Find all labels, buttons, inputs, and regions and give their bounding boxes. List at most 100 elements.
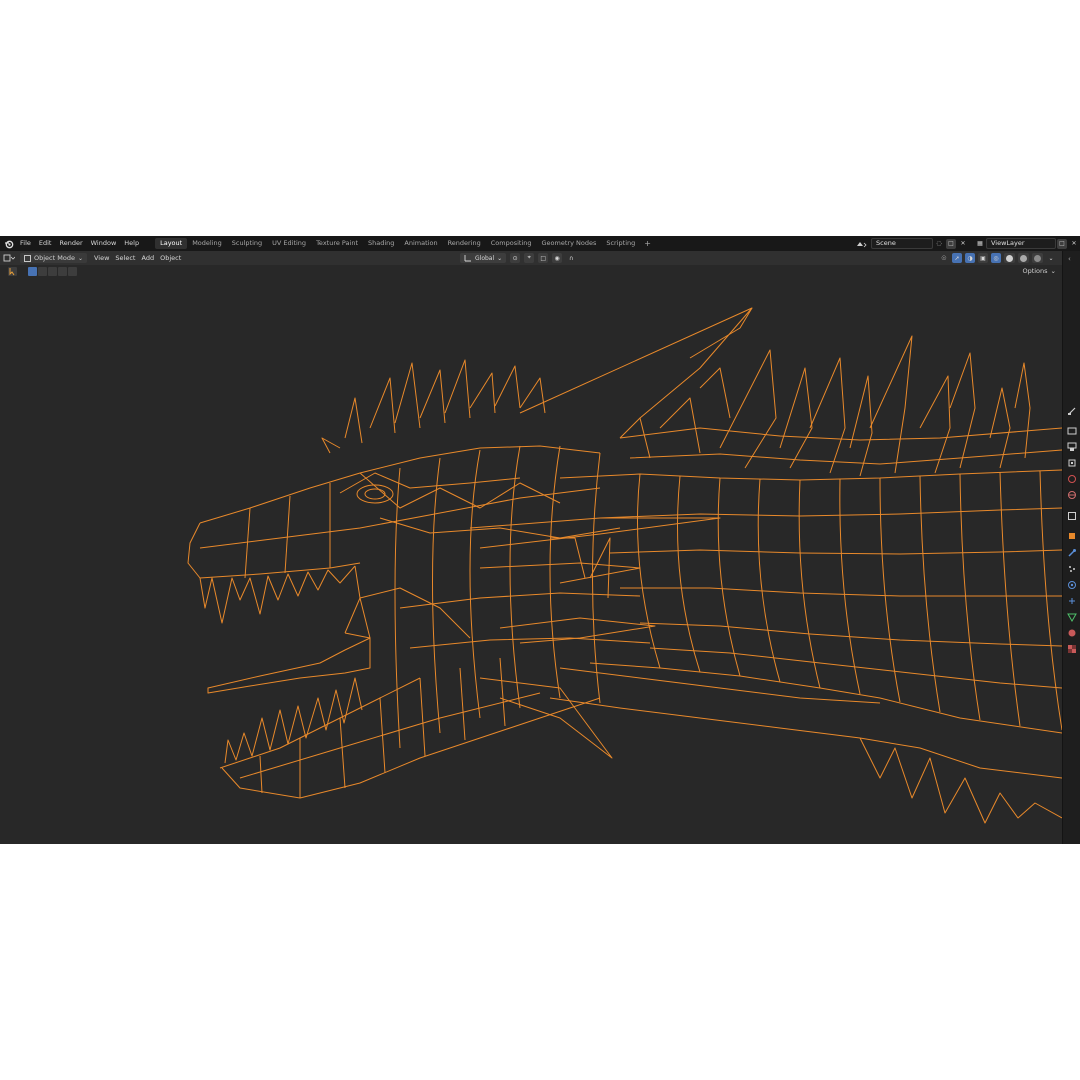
menu-render[interactable]: Render [55, 236, 86, 251]
blender-window: File Edit Render Window Help Layout Mode… [0, 236, 1080, 844]
material-shading-icon[interactable] [1018, 253, 1029, 263]
menu-view[interactable]: View [91, 253, 112, 263]
body-ring [717, 477, 741, 677]
body-ring [839, 478, 861, 695]
dragon-eye-inner [364, 488, 386, 500]
skull-section [359, 472, 561, 509]
object-properties-icon[interactable] [1067, 526, 1077, 539]
body-bottom-outline [589, 662, 1062, 734]
object-mode-select[interactable]: Object Mode ⌄ [20, 253, 87, 263]
back-spike [1014, 362, 1031, 459]
visibility-icon[interactable]: ☉ [939, 253, 949, 263]
output-properties-icon[interactable] [1067, 437, 1077, 451]
view-layer-properties-icon[interactable] [1067, 453, 1077, 467]
wireframe-shading-icon[interactable]: ◎ [991, 253, 1001, 263]
gizmo-icon[interactable]: ➚ [952, 253, 962, 263]
transform-orientation-select[interactable]: Global ⌄ [460, 253, 507, 263]
object-mode-icon [24, 254, 31, 262]
tab-compositing[interactable]: Compositing [486, 238, 537, 249]
select-cursor-icon[interactable] [8, 267, 17, 276]
xray-icon[interactable]: ▣ [978, 253, 988, 263]
falloff-icon[interactable]: ∩ [566, 253, 576, 263]
overlays-icon[interactable]: ◑ [965, 253, 975, 263]
tab-layout[interactable]: Layout [155, 238, 188, 249]
crest-spike [419, 369, 446, 424]
tab-modeling[interactable]: Modeling [187, 238, 227, 249]
tool-properties-icon[interactable] [1067, 401, 1077, 415]
blender-logo-icon[interactable] [2, 236, 16, 251]
tab-sculpting[interactable]: Sculpting [227, 238, 267, 249]
menu-help[interactable]: Help [120, 236, 143, 251]
orientation-label: Global [475, 254, 495, 262]
back-spike [809, 357, 846, 474]
view-layer-icon[interactable]: ▦ [975, 239, 985, 249]
menu-edit[interactable]: Edit [35, 236, 56, 251]
back-spike [519, 307, 753, 419]
menu-object[interactable]: Object [157, 253, 184, 263]
rendered-dot-icon [1034, 254, 1041, 262]
viewport-editor-icon[interactable] [0, 253, 18, 263]
scene-selector-group: Scene ◌ □ ✕ ▦ ViewLayer □ ✕ [853, 236, 1080, 251]
chevron-down-icon: ⌄ [77, 254, 83, 262]
chevron-down-icon: ⌄ [1050, 267, 1056, 275]
collection-properties-icon[interactable] [1067, 506, 1077, 520]
pin-icon[interactable]: ◌ [934, 239, 944, 249]
dragon-eye [356, 484, 394, 504]
tab-animation[interactable]: Animation [399, 238, 442, 249]
proportional-edit-icon[interactable]: ◉ [552, 253, 563, 263]
scene-properties-icon[interactable] [1067, 469, 1077, 483]
new-view-layer-icon[interactable]: □ [1057, 238, 1067, 249]
constraint-properties-icon[interactable] [1067, 591, 1077, 604]
menu-window[interactable]: Window [87, 236, 121, 251]
material-properties-icon[interactable] [1067, 623, 1077, 637]
viewport-header: Object Mode ⌄ View Select Add Object Glo… [0, 251, 1062, 265]
select-new-mode-icon[interactable] [28, 267, 37, 276]
view-layer-name-field[interactable]: ViewLayer [986, 238, 1056, 249]
pivot-point-icon[interactable]: ⊙ [510, 253, 521, 263]
delete-view-layer-icon[interactable]: ✕ [1069, 239, 1079, 249]
rendered-shading-icon[interactable] [1032, 253, 1043, 263]
neck-ring [509, 445, 521, 709]
body-loop [649, 647, 1062, 689]
scene-icon[interactable] [854, 239, 870, 249]
snap-target-icon[interactable]: □ [538, 253, 549, 263]
dragon-wireframe-mesh[interactable] [0, 278, 1062, 844]
select-invert-mode-icon[interactable] [58, 267, 67, 276]
world-properties-icon[interactable] [1067, 485, 1077, 499]
render-properties-icon[interactable] [1067, 421, 1077, 435]
tab-shading[interactable]: Shading [363, 238, 399, 249]
object-data-properties-icon[interactable] [1067, 607, 1077, 623]
select-extend-mode-icon[interactable] [38, 267, 47, 276]
modifier-properties-icon[interactable] [1067, 543, 1077, 557]
options-dropdown[interactable]: Options ⌄ [1019, 266, 1059, 276]
physics-properties-icon[interactable] [1067, 575, 1077, 589]
tab-uv-editing[interactable]: UV Editing [267, 238, 311, 249]
new-scene-icon[interactable]: □ [946, 238, 956, 249]
back-spike [689, 307, 753, 359]
delete-scene-icon[interactable]: ✕ [958, 239, 968, 249]
body-ring [677, 475, 701, 673]
select-intersect-mode-icon[interactable] [68, 267, 77, 276]
crest-spike [394, 362, 421, 429]
collapse-arrow-icon[interactable]: ‹ [1068, 255, 1078, 265]
skull-outline [199, 562, 361, 579]
tab-scripting[interactable]: Scripting [601, 238, 640, 249]
snap-icon[interactable]: ⌖ [524, 253, 535, 263]
solid-shading-icon[interactable] [1004, 253, 1015, 263]
select-subtract-mode-icon[interactable] [48, 267, 57, 276]
skull-section [244, 507, 251, 579]
texture-properties-icon[interactable] [1067, 639, 1077, 653]
add-workspace-button[interactable]: + [640, 236, 655, 251]
workspace-tabs: Layout Modeling Sculpting UV Editing Tex… [155, 236, 655, 251]
tab-geometry-nodes[interactable]: Geometry Nodes [537, 238, 602, 249]
chevron-down-icon: ⌄ [497, 254, 503, 262]
3d-viewport[interactable] [0, 278, 1062, 844]
shading-options-chevron-icon[interactable]: ⌄ [1046, 253, 1056, 263]
tab-texture-paint[interactable]: Texture Paint [311, 238, 363, 249]
menu-select[interactable]: Select [112, 253, 138, 263]
particles-properties-icon[interactable] [1067, 559, 1077, 572]
tab-rendering[interactable]: Rendering [443, 238, 486, 249]
menu-add[interactable]: Add [138, 253, 157, 263]
scene-name-field[interactable]: Scene [871, 238, 933, 249]
menu-file[interactable]: File [16, 236, 35, 251]
